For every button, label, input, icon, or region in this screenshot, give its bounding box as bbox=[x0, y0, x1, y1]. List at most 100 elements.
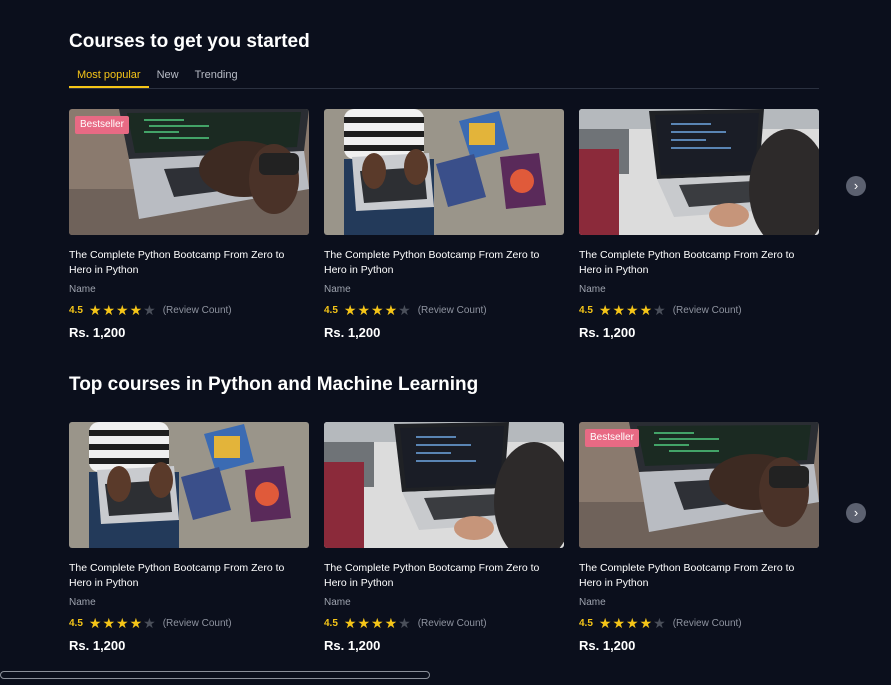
course-author: Name bbox=[69, 597, 96, 608]
course-author: Name bbox=[579, 284, 606, 295]
course-price: Rs. 1,200 bbox=[579, 325, 636, 340]
star-icon: ★ bbox=[653, 615, 666, 631]
star-icon: ★ bbox=[612, 615, 626, 631]
course-carousel: Bestseller The Complete Python Bootcamp … bbox=[69, 109, 819, 341]
star-rating: ★ ★ ★ ★ ★ bbox=[89, 303, 156, 317]
star-icon: ★ bbox=[102, 615, 116, 631]
course-thumbnail[interactable] bbox=[69, 422, 309, 548]
course-title[interactable]: The Complete Python Bootcamp From Zero t… bbox=[579, 248, 819, 278]
course-card[interactable]: The Complete Python Bootcamp From Zero t… bbox=[324, 109, 564, 341]
star-icon: ★ bbox=[129, 615, 143, 631]
rating-row: 4.5 ★ ★ ★ ★ ★ (Review Count) bbox=[324, 615, 564, 631]
review-count: (Review Count) bbox=[162, 617, 232, 629]
star-icon: ★ bbox=[143, 302, 156, 318]
tab-trending[interactable]: Trending bbox=[187, 66, 246, 88]
star-icon: ★ bbox=[116, 615, 129, 631]
course-title[interactable]: The Complete Python Bootcamp From Zero t… bbox=[324, 561, 564, 591]
star-rating: ★ ★ ★ ★ ★ bbox=[599, 616, 666, 630]
rating-row: 4.5 ★ ★ ★ ★ ★ (Review Count) bbox=[579, 615, 819, 631]
course-price: Rs. 1,200 bbox=[579, 638, 636, 653]
star-icon: ★ bbox=[371, 615, 384, 631]
section-python-ml: Top courses in Python and Machine Learni… bbox=[69, 373, 819, 653]
star-icon: ★ bbox=[343, 615, 357, 631]
course-card[interactable]: Bestseller The Complete Python Bootcamp … bbox=[69, 109, 309, 341]
star-icon: ★ bbox=[102, 302, 116, 318]
rating-row: 4.5 ★ ★ ★ ★ ★ (Review Count) bbox=[69, 615, 309, 631]
course-card[interactable]: The Complete Python Bootcamp From Zero t… bbox=[579, 109, 819, 341]
horizontal-scrollbar[interactable] bbox=[0, 671, 430, 679]
bestseller-badge: Bestseller bbox=[75, 116, 129, 134]
star-icon: ★ bbox=[357, 302, 371, 318]
star-rating: ★ ★ ★ ★ ★ bbox=[344, 616, 411, 630]
course-card[interactable]: Bestseller The Complete Python Bootcamp … bbox=[579, 422, 819, 654]
star-icon: ★ bbox=[398, 615, 411, 631]
review-count: (Review Count) bbox=[672, 617, 742, 629]
course-title[interactable]: The Complete Python Bootcamp From Zero t… bbox=[69, 248, 309, 278]
rating-value: 4.5 bbox=[69, 617, 83, 629]
star-icon: ★ bbox=[88, 615, 102, 631]
course-author: Name bbox=[324, 597, 351, 608]
star-icon: ★ bbox=[626, 615, 639, 631]
course-thumbnail[interactable] bbox=[579, 109, 819, 235]
star-icon: ★ bbox=[116, 302, 129, 318]
star-rating: ★ ★ ★ ★ ★ bbox=[599, 303, 666, 317]
rating-value: 4.5 bbox=[69, 304, 83, 316]
course-title[interactable]: The Complete Python Bootcamp From Zero t… bbox=[579, 561, 819, 591]
course-price: Rs. 1,200 bbox=[69, 638, 126, 653]
course-price: Rs. 1,200 bbox=[324, 325, 381, 340]
section-title: Top courses in Python and Machine Learni… bbox=[69, 374, 479, 395]
rating-value: 4.5 bbox=[579, 304, 593, 316]
section-title: Courses to get you started bbox=[69, 31, 310, 52]
course-title[interactable]: The Complete Python Bootcamp From Zero t… bbox=[324, 248, 564, 278]
course-thumbnail[interactable] bbox=[324, 422, 564, 548]
star-icon: ★ bbox=[398, 302, 411, 318]
rating-row: 4.5 ★ ★ ★ ★ ★ (Review Count) bbox=[324, 302, 564, 318]
course-author: Name bbox=[324, 284, 351, 295]
rating-value: 4.5 bbox=[579, 617, 593, 629]
course-author: Name bbox=[69, 284, 96, 295]
star-icon: ★ bbox=[639, 302, 653, 318]
course-thumbnail[interactable]: Bestseller bbox=[579, 422, 819, 548]
course-card[interactable]: The Complete Python Bootcamp From Zero t… bbox=[69, 422, 309, 654]
review-count: (Review Count) bbox=[417, 617, 487, 629]
rating-row: 4.5 ★ ★ ★ ★ ★ (Review Count) bbox=[579, 302, 819, 318]
star-icon: ★ bbox=[143, 615, 156, 631]
section-courses-started: Courses to get you started Most popular … bbox=[69, 30, 819, 340]
course-price: Rs. 1,200 bbox=[69, 325, 126, 340]
review-count: (Review Count) bbox=[672, 304, 742, 316]
star-icon: ★ bbox=[384, 302, 398, 318]
carousel-next-button[interactable]: › bbox=[846, 176, 866, 196]
carousel-next-button[interactable]: › bbox=[846, 503, 866, 523]
star-icon: ★ bbox=[88, 302, 102, 318]
rating-row: 4.5 ★ ★ ★ ★ ★ (Review Count) bbox=[69, 302, 309, 318]
bestseller-badge: Bestseller bbox=[585, 429, 639, 447]
course-price: Rs. 1,200 bbox=[324, 638, 381, 653]
tab-bar: Most popular New Trending bbox=[69, 66, 819, 89]
chevron-right-icon: › bbox=[853, 178, 859, 193]
star-icon: ★ bbox=[343, 302, 357, 318]
tab-most-popular[interactable]: Most popular bbox=[69, 66, 149, 88]
star-icon: ★ bbox=[371, 302, 384, 318]
course-carousel: The Complete Python Bootcamp From Zero t… bbox=[69, 422, 819, 654]
star-rating: ★ ★ ★ ★ ★ bbox=[344, 303, 411, 317]
rating-value: 4.5 bbox=[324, 617, 338, 629]
course-thumbnail[interactable] bbox=[324, 109, 564, 235]
course-thumbnail[interactable]: Bestseller bbox=[69, 109, 309, 235]
chevron-right-icon: › bbox=[853, 505, 859, 520]
star-icon: ★ bbox=[639, 615, 653, 631]
star-icon: ★ bbox=[598, 615, 612, 631]
review-count: (Review Count) bbox=[162, 304, 232, 316]
review-count: (Review Count) bbox=[417, 304, 487, 316]
star-icon: ★ bbox=[653, 302, 666, 318]
star-icon: ★ bbox=[626, 302, 639, 318]
course-card[interactable]: The Complete Python Bootcamp From Zero t… bbox=[324, 422, 564, 654]
star-icon: ★ bbox=[612, 302, 626, 318]
star-icon: ★ bbox=[357, 615, 371, 631]
star-icon: ★ bbox=[129, 302, 143, 318]
tab-new[interactable]: New bbox=[149, 66, 187, 88]
course-title[interactable]: The Complete Python Bootcamp From Zero t… bbox=[69, 561, 309, 591]
star-icon: ★ bbox=[384, 615, 398, 631]
course-author: Name bbox=[579, 597, 606, 608]
rating-value: 4.5 bbox=[324, 304, 338, 316]
star-rating: ★ ★ ★ ★ ★ bbox=[89, 616, 156, 630]
